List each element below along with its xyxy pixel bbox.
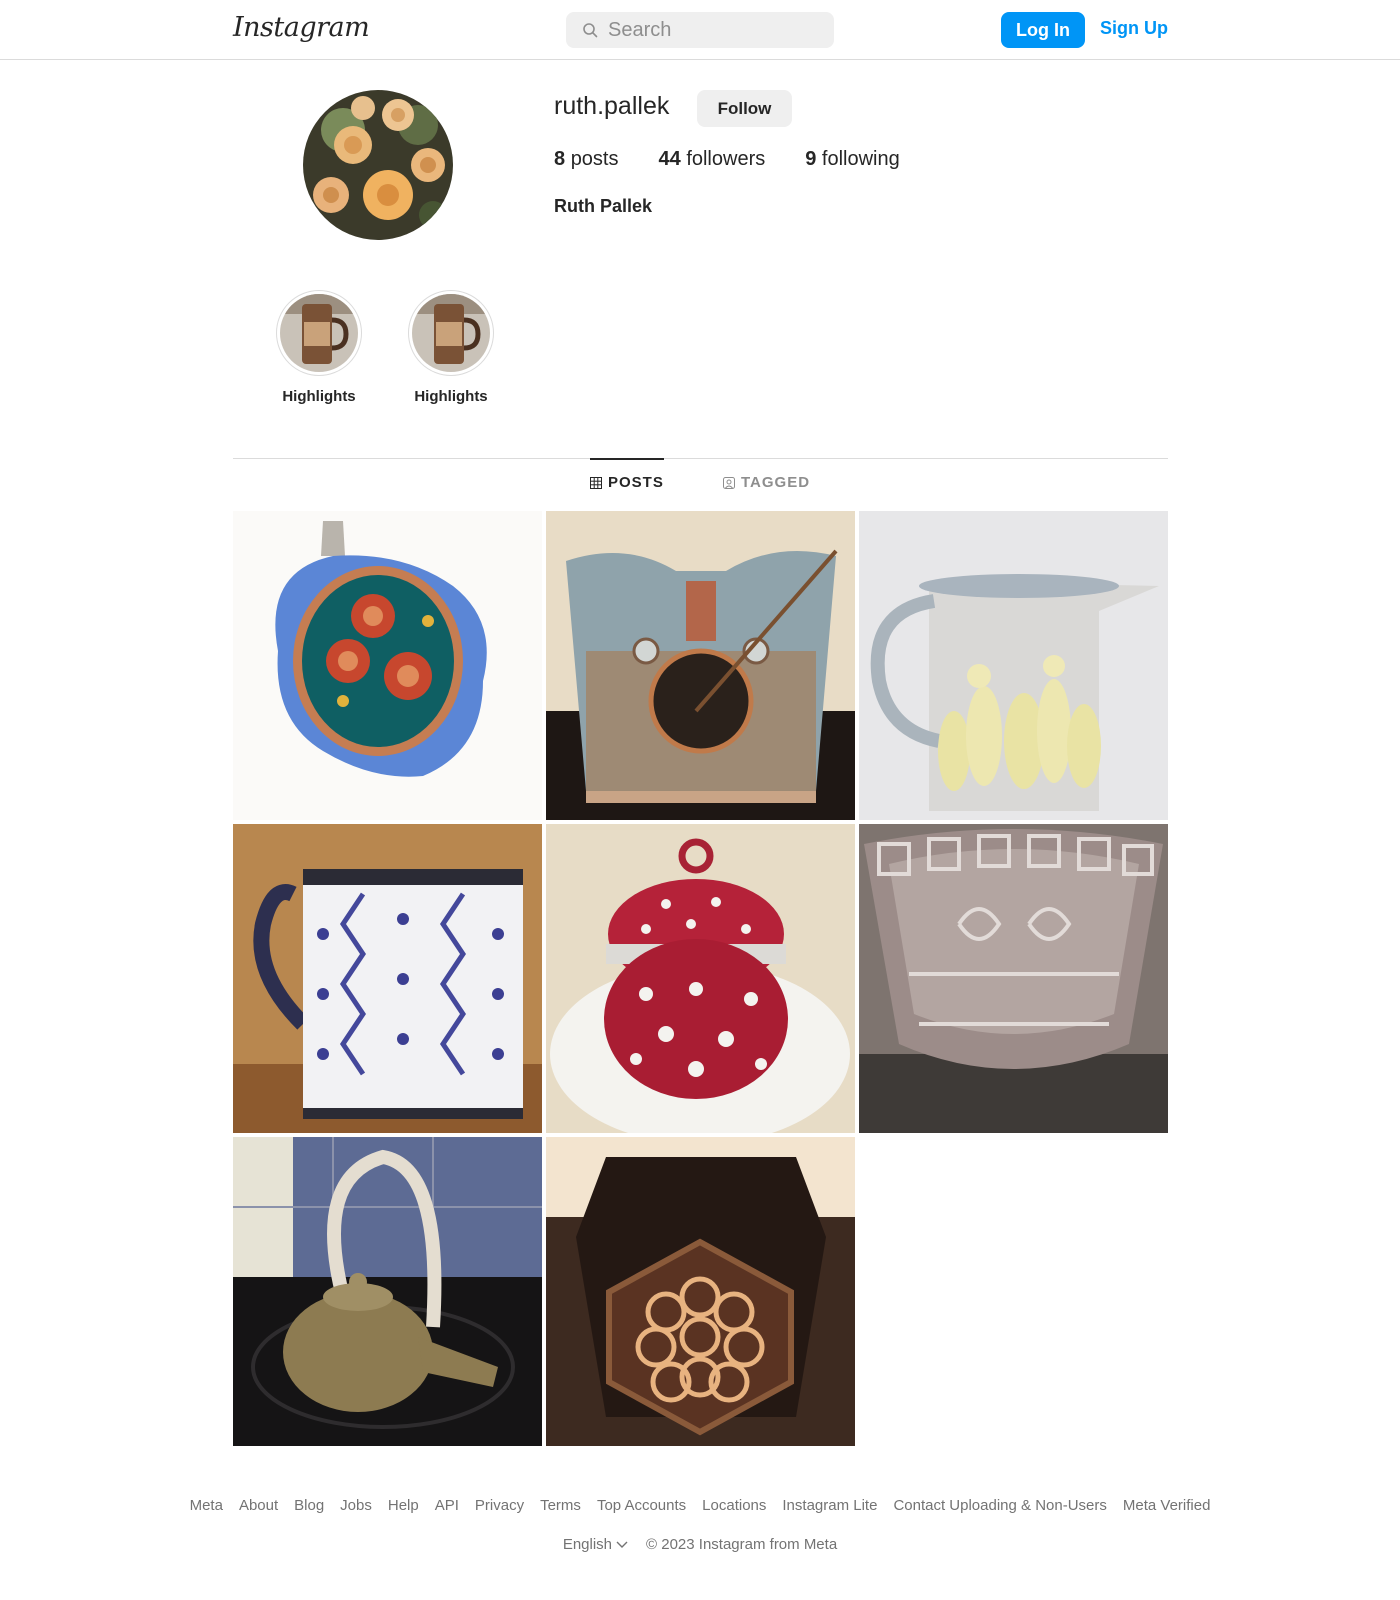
highlight-ring — [408, 290, 494, 376]
followers-stat[interactable]: 44 followers — [659, 148, 766, 171]
footer-link[interactable]: Jobs — [340, 1497, 372, 1514]
mug-highlight-image — [280, 294, 358, 372]
hexagonal-lattice-lantern-image — [546, 1137, 855, 1446]
footer-link[interactable]: Meta — [190, 1497, 223, 1514]
stoneware-cat-jar-image — [546, 511, 855, 820]
posts-stat: 8 posts — [554, 148, 619, 171]
roses-avatar-image — [303, 90, 453, 240]
tab-posts-label: POSTS — [608, 474, 664, 491]
highlight-item[interactable]: Highlights — [401, 290, 501, 405]
search-box[interactable] — [566, 12, 834, 48]
profile-username: ruth.pallek — [554, 92, 670, 120]
posts-label: posts — [570, 148, 619, 170]
tab-tagged-label: TAGGED — [741, 474, 811, 491]
instagram-logo[interactable]: Instagram — [233, 12, 370, 43]
post-tile[interactable] — [546, 824, 855, 1133]
post-tile[interactable] — [859, 511, 1168, 820]
footer-link[interactable]: About — [239, 1497, 278, 1514]
grid-icon — [590, 476, 602, 489]
footer-link[interactable]: Top Accounts — [597, 1497, 686, 1514]
followers-count: 44 — [658, 148, 681, 170]
tab-posts[interactable]: POSTS — [590, 474, 664, 491]
post-tile[interactable] — [859, 824, 1168, 1133]
language-label: English — [562, 1536, 613, 1553]
lattice-clay-bowl-image — [859, 824, 1168, 1133]
duck-pitcher-image — [859, 511, 1168, 820]
highlight-item[interactable]: Highlights — [269, 290, 369, 405]
language-selector[interactable]: English — [563, 1536, 628, 1553]
posts-count: 8 — [554, 148, 566, 170]
chevron-down-icon — [616, 1541, 628, 1548]
footer-link[interactable]: Terms — [540, 1497, 581, 1514]
following-count: 9 — [805, 148, 817, 170]
post-tile[interactable] — [233, 511, 542, 820]
post-tile[interactable] — [546, 1137, 855, 1446]
blue-enamel-pendant-image — [233, 511, 542, 820]
copyright-text: © 2023 Instagram from Meta — [646, 1536, 838, 1553]
post-tile[interactable] — [233, 1137, 542, 1446]
post-tile[interactable] — [233, 824, 542, 1133]
mug-highlight-image — [412, 294, 490, 372]
footer-link[interactable]: Locations — [702, 1497, 766, 1514]
tagged-user-icon — [723, 476, 735, 489]
footer-link[interactable]: Help — [388, 1497, 419, 1514]
footer-bottom: English © 2023 Instagram from Meta — [0, 1536, 1400, 1553]
follow-button[interactable]: Follow — [697, 90, 792, 127]
log-in-button[interactable]: Log In — [1001, 12, 1085, 48]
footer-link[interactable]: API — [435, 1497, 459, 1514]
footer-links: Meta About Blog Jobs Help API Privacy Te… — [0, 1497, 1400, 1514]
profile-full-name: Ruth Pallek — [554, 196, 653, 216]
profile-avatar[interactable] — [303, 90, 453, 240]
highlight-label: Highlights — [282, 388, 356, 405]
top-navigation-bar: Instagram Log In Sign Up — [0, 0, 1400, 60]
profile-stats: 8 posts 44 followers 9 following — [554, 148, 900, 171]
following-stat[interactable]: 9 following — [805, 148, 900, 171]
active-tab-indicator — [590, 458, 664, 460]
highlight-label: Highlights — [414, 388, 488, 405]
following-label: following — [821, 148, 900, 170]
footer-link[interactable]: Contact Uploading & Non-Users — [893, 1497, 1106, 1514]
footer-link[interactable]: Instagram Lite — [782, 1497, 877, 1514]
blue-zigzag-mug-image — [233, 824, 542, 1133]
footer-link[interactable]: Meta Verified — [1123, 1497, 1211, 1514]
sign-up-link[interactable]: Sign Up — [1100, 18, 1168, 39]
search-icon — [583, 23, 598, 38]
footer-link[interactable]: Privacy — [475, 1497, 524, 1514]
red-polka-dot-jar-image — [546, 824, 855, 1133]
post-tile[interactable] — [546, 511, 855, 820]
search-input[interactable] — [608, 12, 822, 48]
tabs-divider — [233, 458, 1168, 459]
footer-link[interactable]: Blog — [294, 1497, 324, 1514]
followers-label: followers — [686, 148, 766, 170]
tab-tagged[interactable]: TAGGED — [723, 474, 810, 491]
teapot-with-cane-handle-image — [233, 1137, 542, 1446]
highlight-ring — [276, 290, 362, 376]
